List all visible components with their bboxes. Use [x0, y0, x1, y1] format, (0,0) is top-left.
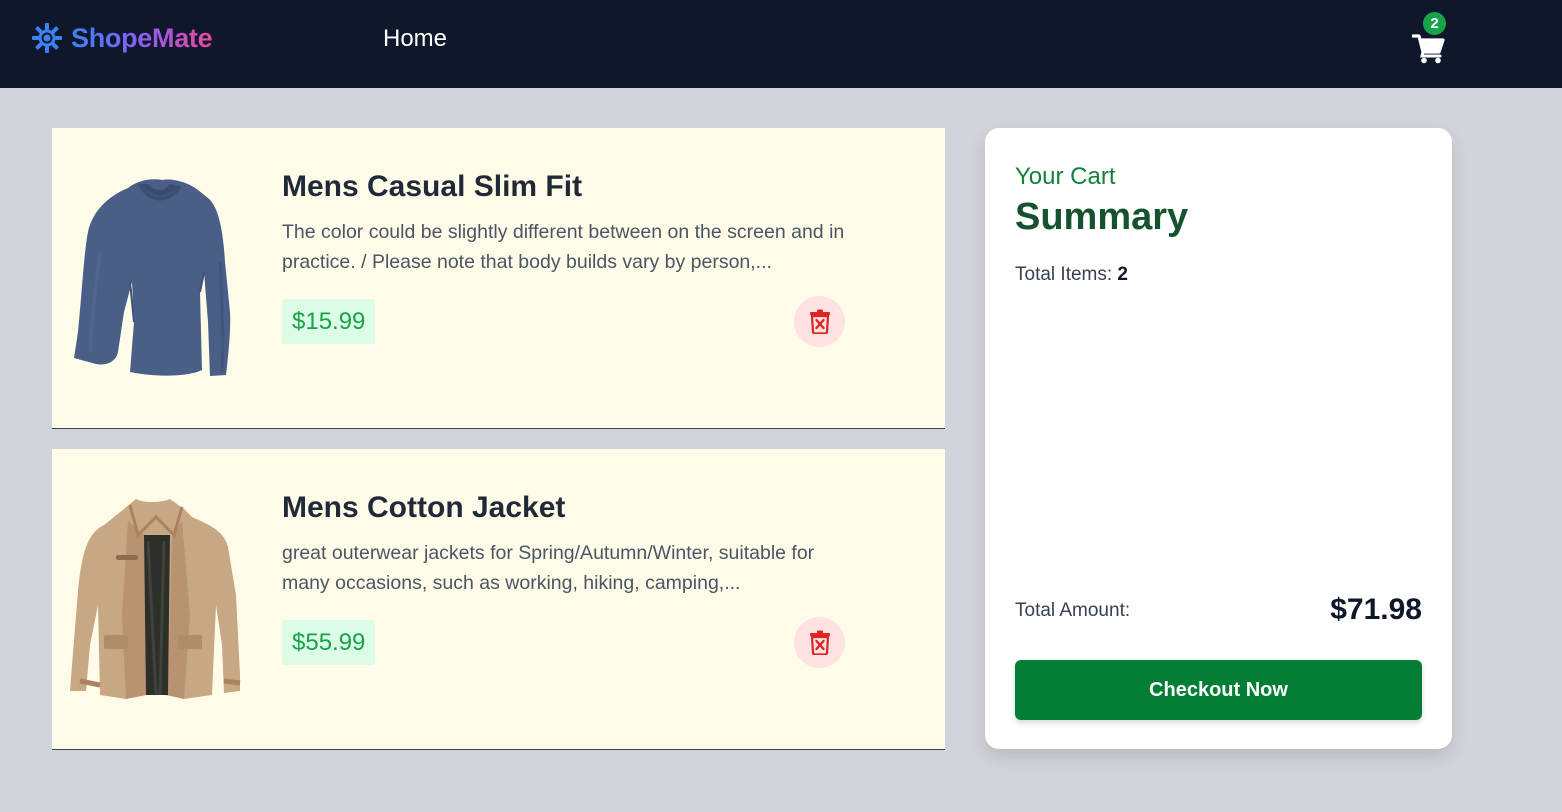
- checkout-button[interactable]: Checkout Now: [1015, 660, 1422, 720]
- item-description: great outerwear jackets for Spring/Autum…: [282, 542, 815, 594]
- cart-item: Mens Cotton Jacket great outerwear jacke…: [52, 449, 945, 750]
- remove-item-button[interactable]: [794, 296, 845, 347]
- total-amount-label: Total Amount:: [1015, 600, 1131, 621]
- item-price: $15.99: [282, 299, 376, 344]
- item-title[interactable]: Mens Cotton Jacket: [282, 491, 565, 525]
- top-navbar: ShopeMate Home 2: [0, 0, 1562, 88]
- summary-title: Summary: [1015, 196, 1189, 238]
- nav-link-home[interactable]: Home: [383, 25, 447, 53]
- cart-icon: [1412, 32, 1452, 64]
- item-title[interactable]: Mens Casual Slim Fit: [282, 170, 582, 204]
- total-items-value: 2: [1117, 264, 1128, 285]
- item-price: $55.99: [282, 620, 376, 665]
- total-amount-value: $71.98: [1330, 593, 1422, 626]
- trash-icon: [809, 309, 831, 334]
- jacket-icon: [60, 495, 250, 705]
- cart-item: Mens Casual Slim Fit The color could be …: [52, 128, 945, 429]
- summary-kicker: Your Cart: [1015, 163, 1116, 190]
- cart-button[interactable]: [1412, 32, 1452, 68]
- cart-count-badge: 2: [1423, 12, 1446, 35]
- remove-item-button[interactable]: [794, 617, 845, 668]
- cart-summary-panel: Your Cart Summary Total Items: 2 Total A…: [985, 128, 1452, 749]
- brand-name: ShopeMate: [71, 22, 213, 53]
- total-items-label: Total Items:: [1015, 264, 1118, 285]
- brand-logo[interactable]: ShopeMate: [31, 22, 213, 54]
- long-sleeve-shirt-icon: [60, 172, 250, 382]
- gear-icon: [31, 22, 63, 54]
- trash-icon: [809, 630, 831, 655]
- total-items: Total Items: 2: [1015, 264, 1128, 286]
- item-description: The color could be slightly different be…: [282, 221, 845, 273]
